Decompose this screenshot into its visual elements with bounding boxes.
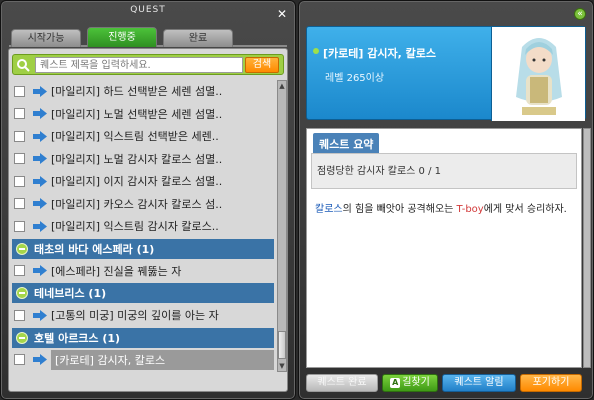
quest-checkbox[interactable] [14,130,25,142]
group-label: 호텔 아르크스 (1) [34,331,121,345]
quest-label: [고통의 미궁] 미궁의 깊이를 아는 자 [51,309,219,323]
quest-row-selected[interactable]: [카로테] 감시자, 칼로스 [12,349,274,372]
arrow-right-icon [33,175,47,187]
quest-checkbox[interactable] [14,354,25,366]
npc-level: 레벨 265이상 [325,73,385,84]
scroll-down-icon[interactable]: ▼ [278,361,286,371]
quest-label: [마일리지] 카오스 감시자 칼로스 섬.. [51,197,223,211]
scroll-up-icon[interactable]: ▲ [278,81,286,91]
npc-card: [카로테] 감시자, 칼로스 레벨 265이상 [306,26,586,121]
quest-checkbox[interactable] [14,265,25,277]
search-bar: 검색 [12,54,284,75]
npc-name: [카로테] 감시자, 칼로스 [323,47,436,60]
summary-progress: 점령당한 감시자 칼로스 0 / 1 [317,166,441,177]
desc-npc-name: 칼로스 [315,204,343,215]
status-dot-icon [313,48,319,54]
arrow-right-icon [33,85,47,97]
quest-list: [마일리지] 하드 선택받은 세렌 섬멸.. [마일리지] 노멀 선택받은 세렌… [12,80,274,372]
search-icon [17,59,30,72]
desc-npc-name-2: T-boy [456,204,484,215]
quest-group-arcs[interactable]: 호텔 아르크스 (1) [12,327,274,348]
arrow-right-icon [33,130,47,142]
quest-checkbox[interactable] [14,309,25,321]
scroll-thumb[interactable] [278,331,286,359]
npc-portrait [491,27,585,121]
arrow-right-icon [33,220,47,232]
quest-alarm-button[interactable]: 퀘스트 알림 [442,374,516,392]
quest-detail-panel: 퀘스트 요약 점령당한 감시자 칼로스 0 / 1 칼로스의 힘을 빼앗아 공격… [306,128,582,368]
quest-row[interactable]: [마일리지] 익스트림 감시자 칼로스.. [12,215,274,238]
desc-text-2: 에게 맞서 승리하자. [483,204,567,215]
quest-label: [마일리지] 노멀 감시자 칼로스 섬멸.. [51,152,223,166]
arrow-right-icon [33,108,47,120]
arrow-right-icon [33,309,47,321]
quest-row[interactable]: [에스페라] 진실을 꿰뚫는 자 [12,260,274,283]
close-icon[interactable]: ✕ [276,8,288,20]
detail-scrollbar[interactable] [583,128,591,368]
quest-label: [카로테] 감시자, 칼로스 [51,349,274,370]
window-title: QUEST [130,5,166,15]
arrow-right-icon [33,198,47,210]
quest-label: [마일리지] 익스트림 감시자 칼로스.. [51,220,219,234]
quest-checkbox[interactable] [14,175,25,187]
quest-checkbox[interactable] [14,85,25,97]
collapse-icon[interactable] [16,331,28,344]
quest-label: [마일리지] 익스트림 선택받은 세렌.. [51,130,219,144]
quest-row[interactable]: [마일리지] 카오스 감시자 칼로스 섬.. [12,193,274,216]
quest-row[interactable]: [마일리지] 이지 감시자 칼로스 섬멸.. [12,170,274,193]
quest-row[interactable]: [마일리지] 하드 선택받은 세렌 섬멸.. [12,80,274,103]
arrow-right-icon [33,354,47,366]
quest-label: [에스페라] 진실을 꿰뚫는 자 [51,264,182,278]
quest-label: [마일리지] 이지 감시자 칼로스 섬멸.. [51,175,223,189]
quest-complete-button[interactable]: 퀘스트 완료 [306,374,378,392]
collapse-icon[interactable] [16,242,28,255]
arrow-right-icon [33,153,47,165]
quest-tabs: 시작가능 진행중 완료 [9,27,287,47]
find-path-button[interactable]: A 길찾기 [382,374,438,392]
quest-checkbox[interactable] [14,153,25,165]
quest-checkbox[interactable] [14,198,25,210]
minimize-icon[interactable]: « [574,8,586,20]
quest-row[interactable]: [마일리지] 익스트림 선택받은 세렌.. [12,125,274,148]
quest-checkbox[interactable] [14,108,25,120]
action-buttons: 퀘스트 완료 A 길찾기 퀘스트 알림 포기하기 [306,374,586,392]
quest-row[interactable]: [마일리지] 노멀 선택받은 세렌 섬멸.. [12,103,274,126]
quest-row[interactable]: [고통의 미궁] 미궁의 깊이를 아는 자 [12,304,274,327]
quest-group-tenebris[interactable]: 테네브리스 (1) [12,283,274,303]
tab-available[interactable]: 시작가능 [11,29,81,47]
quest-list-scrollbar[interactable]: ▲ ▼ [277,80,287,372]
quest-label: [마일리지] 노멀 선택받은 세렌 섬멸.. [51,107,223,121]
tab-in-progress[interactable]: 진행중 [87,27,157,47]
quest-group-esfera[interactable]: 태초의 바다 에스페라 (1) [12,238,274,259]
quest-description: 칼로스의 힘을 빼앗아 공격해오는 T-boy에게 맞서 승리하자. [315,201,571,218]
group-label: 테네브리스 (1) [34,287,107,300]
find-path-label: 길찾기 [402,377,430,388]
npc-portrait-image [516,38,562,115]
give-up-button[interactable]: 포기하기 [520,374,582,392]
group-label: 태초의 바다 에스페라 (1) [34,242,155,256]
search-button[interactable]: 검색 [245,57,279,73]
desc-text-1: 의 힘을 빼앗아 공격해오는 [342,204,457,215]
quest-label: [마일리지] 하드 선택받은 세렌 섬멸.. [51,85,223,99]
collapse-icon[interactable] [16,287,28,299]
search-input[interactable] [35,57,243,73]
tab-completed[interactable]: 완료 [163,29,233,47]
a-key-icon: A [390,378,401,388]
quest-checkbox[interactable] [14,220,25,232]
summary-tab: 퀘스트 요약 [313,133,380,155]
quest-row[interactable]: [마일리지] 노멀 감시자 칼로스 섬멸.. [12,148,274,171]
arrow-right-icon [33,265,47,277]
